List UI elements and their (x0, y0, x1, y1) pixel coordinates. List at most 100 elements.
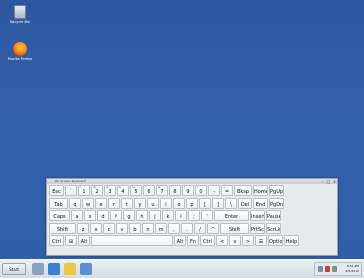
key-3-8[interactable]: , (168, 222, 180, 234)
key-2-2[interactable]: s (84, 210, 96, 221)
key-4-6[interactable]: Ctrl (200, 235, 215, 246)
on-screen-keyboard-window[interactable]: On-Screen Keyboard – □ × Esc ~ `! 1 @2 #3 $4% 5… (46, 178, 338, 256)
key-2-3[interactable]: d (97, 210, 109, 221)
key-1-11[interactable]: [ (199, 197, 211, 209)
key-1-14[interactable]: Del (238, 197, 252, 209)
key-2-4[interactable]: f (110, 210, 122, 221)
key-4-10[interactable]: ☰ (255, 235, 267, 246)
key-4-12[interactable]: Help (284, 235, 299, 246)
key-1-12[interactable]: ] (212, 197, 224, 209)
key-2-13[interactable]: Insert (250, 210, 265, 221)
key-3-0[interactable]: Shift (49, 222, 76, 234)
key-1-10[interactable]: p (186, 197, 198, 209)
network-icon[interactable] (318, 266, 323, 272)
minimize-icon[interactable]: – (320, 179, 325, 184)
key-2-9[interactable]: l (175, 210, 187, 221)
key-2-10[interactable]: ; (188, 210, 200, 221)
key-2-8[interactable]: k (162, 210, 174, 221)
key-0-8[interactable]: & 7 (156, 185, 168, 196)
key-0-14[interactable]: Bksp (234, 185, 252, 196)
key-3-13[interactable]: PrtScn (250, 222, 265, 234)
key-3-14[interactable]: ScrLk (266, 222, 281, 234)
key-1-4[interactable]: r (108, 197, 120, 209)
key-0-1[interactable]: ~ ` (65, 185, 77, 196)
key-2-14[interactable]: Pause (266, 210, 281, 221)
key-1-9[interactable]: o (173, 197, 185, 209)
key-4-3[interactable] (91, 235, 173, 246)
desktop-icon-recycle-bin[interactable]: Recycle Bin (5, 5, 35, 24)
key-1-5[interactable]: t (121, 197, 133, 209)
key-0-2[interactable]: ! 1 (78, 185, 90, 196)
key-2-11[interactable]: ' (201, 210, 213, 221)
key-0-10[interactable]: (9 (182, 185, 194, 196)
key-2-5[interactable]: g (123, 210, 135, 221)
key-1-8[interactable]: i (160, 197, 172, 209)
key-0-6[interactable]: % 5 (130, 185, 142, 196)
key-3-7[interactable]: m (155, 222, 167, 234)
key-2-1[interactable]: a (71, 210, 83, 221)
key-1-7[interactable]: u (147, 197, 159, 209)
key-1-2[interactable]: w (82, 197, 94, 209)
key-2-6[interactable]: h (136, 210, 148, 221)
key-1-15[interactable]: End (253, 197, 268, 209)
key-1-3[interactable]: e (95, 197, 107, 209)
explorer-icon[interactable] (64, 263, 76, 275)
key-0-12[interactable]: _ - (208, 185, 220, 196)
key-0-13[interactable]: + = (221, 185, 233, 196)
key-3-9[interactable]: . (181, 222, 193, 234)
key-3-6[interactable]: n (142, 222, 154, 234)
key-3-12[interactable]: Shift (220, 222, 249, 234)
key-3-5[interactable]: b (129, 222, 141, 234)
key-label: = (224, 189, 230, 195)
key-3-4[interactable]: v (116, 222, 128, 234)
key-1-16[interactable]: PgDn (269, 197, 284, 209)
key-0-9[interactable]: * 8 (169, 185, 181, 196)
key-4-8[interactable]: v (229, 235, 241, 246)
powershell-icon[interactable] (48, 263, 60, 275)
key-1-1[interactable]: q (69, 197, 81, 209)
desktop-icon-firefox[interactable]: Mozilla Firefox (5, 42, 35, 61)
key-3-3[interactable]: c (103, 222, 115, 234)
key-label: [ (204, 201, 206, 208)
key-label: PgDn (270, 201, 284, 208)
key-4-7[interactable]: < (216, 235, 228, 246)
key-3-1[interactable]: z (77, 222, 89, 234)
desktop[interactable]: Recycle Bin Mozilla Firefox On-Screen Ke… (0, 0, 364, 259)
key-4-0[interactable]: Ctrl (49, 235, 64, 246)
key-label: k (166, 214, 170, 220)
key-0-7[interactable]: ^ 6 (143, 185, 155, 196)
osk-title-bar[interactable]: On-Screen Keyboard – □ × (47, 179, 337, 184)
key-0-15[interactable]: Home (253, 185, 268, 196)
close-icon[interactable]: × (332, 179, 337, 184)
key-2-12[interactable]: Enter (214, 210, 249, 221)
key-2-0[interactable]: Caps (49, 210, 70, 221)
key-0-4[interactable]: #3 (104, 185, 116, 196)
key-1-13[interactable]: \ (225, 197, 237, 209)
flag-icon[interactable] (325, 266, 330, 272)
key-0-16[interactable]: PgUp (269, 185, 284, 196)
key-4-1[interactable]: ⊞ (65, 235, 77, 246)
key-1-6[interactable]: y (134, 197, 146, 209)
key-3-2[interactable]: x (90, 222, 102, 234)
key-4-2[interactable]: Alt (78, 235, 90, 246)
clock[interactable]: 8:51 PM 4/6/2010 (346, 264, 359, 274)
key-label: 3 (108, 189, 112, 195)
key-4-9[interactable]: > (242, 235, 254, 246)
key-0-0[interactable]: Esc (49, 185, 64, 196)
key-3-10[interactable]: / (194, 222, 206, 234)
key-3-11[interactable]: ^ (207, 222, 219, 234)
volume-icon[interactable] (332, 266, 337, 272)
key-0-3[interactable]: @2 (91, 185, 103, 196)
key-0-11[interactable]: ) 0 (195, 185, 207, 196)
key-4-4[interactable]: Alt (174, 235, 186, 246)
key-2-7[interactable]: j (149, 210, 161, 221)
keyboard-icon[interactable] (80, 263, 92, 275)
key-4-5[interactable]: Fn (187, 235, 199, 246)
key-label: Options (269, 239, 283, 245)
maximize-icon[interactable]: □ (326, 179, 331, 184)
key-0-5[interactable]: $4 (117, 185, 129, 196)
server-manager-icon[interactable] (32, 263, 44, 275)
start-button[interactable]: Start (2, 263, 26, 275)
key-4-11[interactable]: Options (268, 235, 283, 246)
key-1-0[interactable]: Tab (49, 197, 68, 209)
